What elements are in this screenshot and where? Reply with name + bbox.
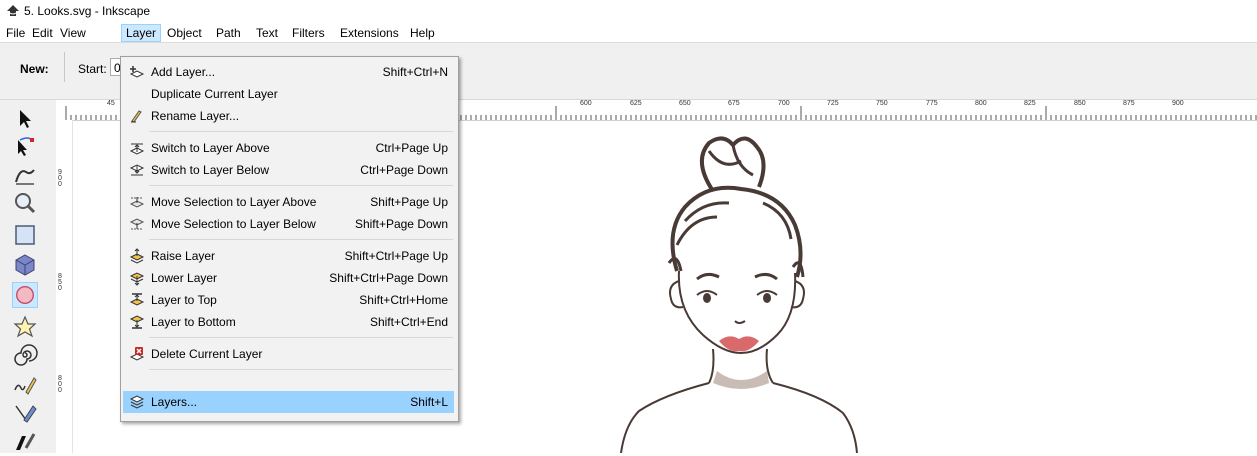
raise-layer-icon (129, 248, 145, 264)
star-tool-icon[interactable] (12, 314, 38, 340)
window-title: 5. Looks.svg - Inkscape (24, 4, 151, 18)
menu-item-move-selection-below[interactable]: Move Selection to Layer Below Shift+Page… (123, 213, 454, 235)
menu-separator (149, 369, 453, 370)
layers-dialog-icon (129, 395, 145, 409)
menu-extensions[interactable]: Extensions (336, 25, 403, 41)
menu-separator (149, 131, 453, 132)
ruler-label: 775 (926, 100, 938, 107)
move-selection-above-icon (129, 197, 145, 208)
layer-to-top-icon (129, 293, 145, 306)
menu-text[interactable]: Text (252, 25, 282, 41)
menu-path[interactable]: Path (212, 25, 245, 41)
rename-layer-icon (131, 110, 142, 123)
ruler-label: 900 (1172, 100, 1184, 107)
toolbar-separator (64, 52, 65, 82)
vertical-ruler[interactable]: 900 850 800 (56, 120, 73, 453)
rectangle-tool-icon[interactable] (12, 222, 38, 248)
menu-item-lower-layer[interactable]: Lower Layer Shift+Ctrl+Page Down (123, 267, 454, 289)
menu-object[interactable]: Object (163, 25, 206, 41)
ellipse-tool-icon (16, 286, 34, 304)
menu-item-layer-to-top[interactable]: Layer to Top Shift+Ctrl+Home (123, 289, 454, 311)
menu-item-raise-layer[interactable]: Raise Layer Shift+Ctrl+Page Up (123, 245, 454, 267)
menu-item-switch-layer-below[interactable]: Switch to Layer Below Ctrl+Page Down (123, 159, 454, 181)
menu-item-switch-layer-above[interactable]: Switch to Layer Above Ctrl+Page Up (123, 137, 454, 159)
ruler-label: 725 (827, 100, 839, 107)
spiral-tool-icon[interactable] (12, 342, 38, 368)
add-layer-icon (129, 66, 145, 78)
menu-help[interactable]: Help (406, 25, 439, 41)
ruler-label: 600 (580, 100, 592, 107)
layer-to-bottom-icon (129, 315, 145, 329)
menu-item-delete-layer[interactable]: Delete Current Layer (123, 343, 454, 365)
selector-tool-icon[interactable] (12, 106, 38, 132)
title-bar: 5. Looks.svg - Inkscape (0, 0, 1257, 23)
3d-box-tool-icon[interactable] (12, 252, 38, 278)
ruler-label: 45 (107, 100, 115, 107)
menu-file[interactable]: File (2, 25, 29, 41)
ruler-label: 800 (975, 100, 987, 107)
menu-filters[interactable]: Filters (288, 25, 329, 41)
move-selection-below-icon (129, 218, 145, 230)
ruler-label: 900 (58, 169, 62, 188)
lower-layer-icon (129, 272, 145, 286)
ruler-label: 875 (1123, 100, 1135, 107)
tweak-tool-icon[interactable] (12, 162, 38, 188)
menu-item-move-selection-above[interactable]: Move Selection to Layer Above Shift+Page… (123, 191, 454, 213)
menu-view[interactable]: View (56, 25, 90, 41)
toolbox (0, 100, 57, 453)
delete-layer-icon (129, 347, 145, 361)
calligraphy-tool-icon[interactable] (12, 428, 38, 454)
menu-item-layer-to-bottom[interactable]: Layer to Bottom Shift+Ctrl+End (123, 311, 454, 333)
ruler-label: 700 (778, 100, 790, 107)
menu-item-layers-dialog[interactable]: Layers... Shift+L (123, 391, 454, 413)
ruler-label: 850 (1074, 100, 1086, 107)
zoom-tool-icon[interactable] (12, 190, 38, 216)
menu-layer[interactable]: Layer (121, 24, 162, 42)
layer-menu-dropdown: Add Layer... Shift+Ctrl+N Duplicate Curr… (120, 56, 459, 422)
switch-layer-below-icon (129, 164, 145, 176)
menu-separator (149, 337, 453, 338)
switch-layer-above-icon (129, 143, 145, 155)
ruler-label: 800 (58, 375, 62, 394)
ruler-label: 625 (630, 100, 642, 107)
start-label: Start: (78, 62, 107, 76)
menu-item-rename-layer[interactable]: Rename Layer... (123, 105, 454, 127)
ellipse-tool-button[interactable] (12, 282, 38, 308)
menu-separator (149, 185, 453, 186)
pencil-tool-icon[interactable] (12, 372, 38, 398)
menu-bar: File Edit View Layer Object Path Text Fi… (0, 22, 1257, 43)
ruler-label: 750 (876, 100, 888, 107)
menu-item-add-layer[interactable]: Add Layer... Shift+Ctrl+N (123, 61, 454, 83)
pen-tool-icon[interactable] (12, 400, 38, 426)
inkscape-logo-icon (7, 5, 19, 16)
ruler-label: 825 (1024, 100, 1036, 107)
menu-item-duplicate-layer[interactable]: Duplicate Current Layer (123, 83, 454, 105)
node-tool-icon[interactable] (12, 134, 38, 160)
menu-separator (149, 239, 453, 240)
new-label: New: (20, 62, 49, 76)
ruler-label: 650 (679, 100, 691, 107)
menu-edit[interactable]: Edit (28, 25, 57, 41)
ruler-label: 850 (58, 273, 62, 292)
ruler-label: 675 (728, 100, 740, 107)
